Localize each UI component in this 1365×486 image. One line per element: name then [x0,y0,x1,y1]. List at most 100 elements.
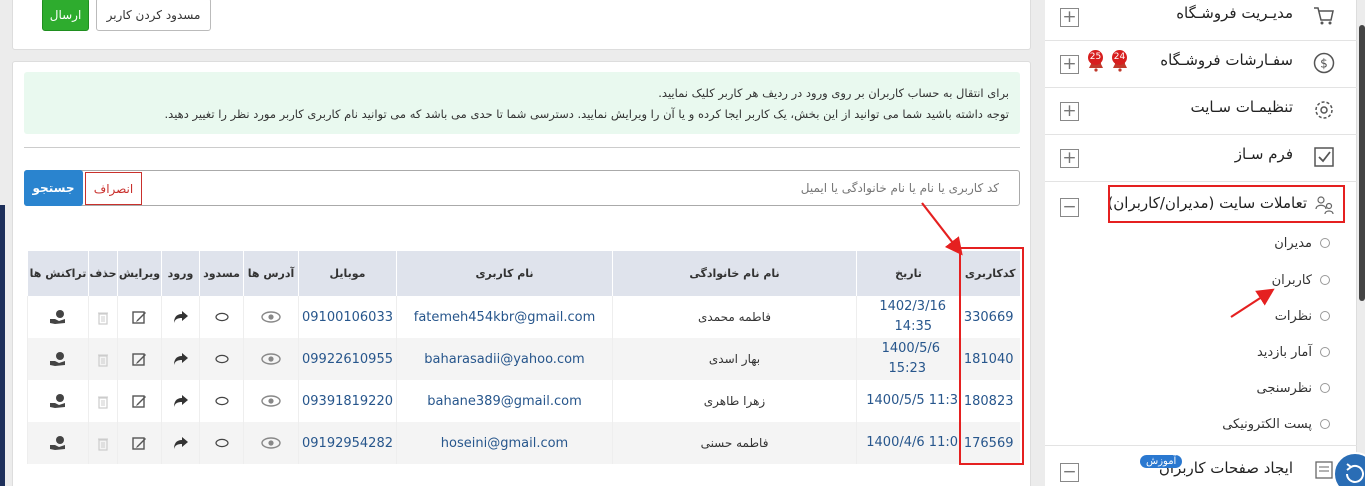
cell-date-time: 15:23 [888,361,926,376]
radio-circle-icon [1320,311,1330,321]
toggle-oval-icon[interactable] [214,438,229,448]
dollar-coin-icon: $ [1313,52,1335,74]
trash-icon[interactable] [97,436,109,451]
table-row: 181040 1400/5/6 15:23 بهار اسدی baharasad… [27,338,1020,380]
cell-edit [117,422,162,464]
toggle-oval-icon[interactable] [214,354,229,364]
cell-fullname: زهرا طاهری [612,380,857,422]
block-user-button[interactable]: مسدود کردن کاربر [96,0,211,31]
share-arrow-icon[interactable] [173,310,189,324]
toggle-oval-icon[interactable] [214,312,229,322]
eye-icon[interactable] [261,395,281,407]
sidebar-item-create-user-pages[interactable]: ایجاد صفحات کاربران − [1045,445,1357,486]
cell-mobile[interactable]: 09100106033 [298,296,397,338]
radio-circle-icon [1320,238,1330,248]
header-login: ورود [161,251,200,296]
trash-icon[interactable] [97,310,109,325]
expand-plus-icon[interactable]: + [1060,8,1079,27]
header-date: تاریخ [856,251,961,296]
sidebar-subitem-managers[interactable]: مدیران [1274,233,1330,253]
sidebar-subitem-label: مدیران [1274,235,1312,251]
cell-date: 11:0 1400/4/6 [856,422,961,464]
bell-icon[interactable]: 25 [1087,50,1105,73]
sidebar-item-site-settings[interactable]: تنظیمـات سـایت + [1045,88,1357,135]
annotation-box-code-column [959,247,1024,465]
eye-icon[interactable] [261,353,281,365]
money-hand-icon[interactable] [49,393,67,409]
eye-icon[interactable] [261,437,281,449]
bell-icon[interactable]: 24 [1111,50,1129,73]
expand-plus-icon[interactable]: + [1060,55,1079,74]
sidebar-item-site-interactions[interactable]: تعاملات سایت (مدیران/کاربران) − [1045,182,1357,482]
scrollbar[interactable] [1359,25,1365,301]
sidebar: مدیـریت فروشـگاه + $ سفـارشات فروشـگاه 2… [1045,0,1357,486]
cell-addresses [243,422,299,464]
radio-circle-icon [1320,347,1330,357]
money-hand-icon[interactable] [49,351,67,367]
gear-icon [1315,101,1333,119]
collapse-minus-icon[interactable]: − [1060,463,1079,482]
cell-date-day: 11:0 1400/4/6 [866,435,958,450]
table-row: 180823 11:3 1400/5/5 زهرا طاهری bahane38… [27,380,1020,422]
edit-icon[interactable] [132,310,147,325]
cell-transactions [27,338,89,380]
trash-icon[interactable] [97,352,109,367]
money-hand-icon[interactable] [49,309,67,325]
cell-transactions [27,296,89,338]
cell-login [161,422,200,464]
sidebar-item-shop-management[interactable]: مدیـریت فروشـگاه + [1045,0,1357,41]
header-delete: حذف [88,251,118,296]
table-header-row: کدکاربری تاریخ نام نام خانوادگی نام کارب… [27,251,1020,296]
sidebar-subitem-stats[interactable]: آمار بازدید [1257,342,1330,362]
left-edge-bar [0,205,5,486]
search-button[interactable]: جستجو [24,170,83,206]
edit-icon[interactable] [132,352,147,367]
sidebar-subitem-polls[interactable]: نظرسنجی [1256,378,1330,398]
radio-circle-icon [1320,419,1330,429]
header-blocked: مسدود [199,251,244,296]
edit-icon[interactable] [132,394,147,409]
refresh-fab-button[interactable] [1333,452,1365,486]
cell-username[interactable]: bahane389@gmail.com [396,380,613,422]
cell-delete [88,338,118,380]
sidebar-subitem-label: آمار بازدید [1256,344,1312,360]
share-arrow-icon[interactable] [173,436,189,450]
info-alert: برای انتقال به حساب کاربران بر روی ورود … [24,72,1020,134]
edit-icon[interactable] [132,436,147,451]
header-transactions: تراکنش ها [27,251,89,296]
sidebar-subitem-label: نظرسنجی [1256,380,1313,396]
top-actions-card: ارسال مسدود کردن کاربر [12,0,1031,50]
tutorial-badge[interactable]: آموزش [1140,455,1183,468]
alert-line-2: توجه داشته باشید شما می توانید از این بخ… [164,107,1010,121]
cell-login [161,296,200,338]
collapse-minus-icon[interactable]: − [1060,198,1079,217]
cell-mobile[interactable]: 09192954282 [298,422,397,464]
cell-date-day: 1400/5/6 [881,341,940,356]
radio-circle-icon [1320,275,1330,285]
expand-plus-icon[interactable]: + [1060,149,1079,168]
toggle-oval-icon[interactable] [214,396,229,406]
sidebar-subitem-comments[interactable]: نظرات [1275,306,1330,326]
cell-mobile[interactable]: 09922610955 [298,338,397,380]
sidebar-subitem-users[interactable]: کاربران [1272,270,1330,290]
share-arrow-icon[interactable] [173,352,189,366]
cell-blocked [199,338,244,380]
sidebar-item-shop-orders[interactable]: $ سفـارشات فروشـگاه 24 25 + [1045,41,1357,88]
cell-username[interactable]: baharasadii@yahoo.com [396,338,613,380]
cell-mobile[interactable]: 09391819220 [298,380,397,422]
cell-date: 11:3 1400/5/5 [856,380,961,422]
eye-icon[interactable] [261,311,281,323]
table-row: 330669 1402/3/16 14:35 فاطمه محمدی fateme… [27,296,1020,338]
send-button[interactable]: ارسال [42,0,89,31]
sidebar-subitem-email[interactable]: پست الکترونیکی [1222,414,1330,434]
cancel-button[interactable]: انصراف [85,172,142,205]
money-hand-icon[interactable] [49,435,67,451]
expand-plus-icon[interactable]: + [1060,102,1079,121]
search-input[interactable] [143,171,1019,205]
cell-username[interactable]: fatemeh454kbr@gmail.com [396,296,613,338]
cell-username[interactable]: hoseini@gmail.com [396,422,613,464]
trash-icon[interactable] [97,394,109,409]
share-arrow-icon[interactable] [173,394,189,408]
cell-delete [88,296,118,338]
sidebar-item-form-builder[interactable]: فرم سـاز + [1045,135,1357,182]
